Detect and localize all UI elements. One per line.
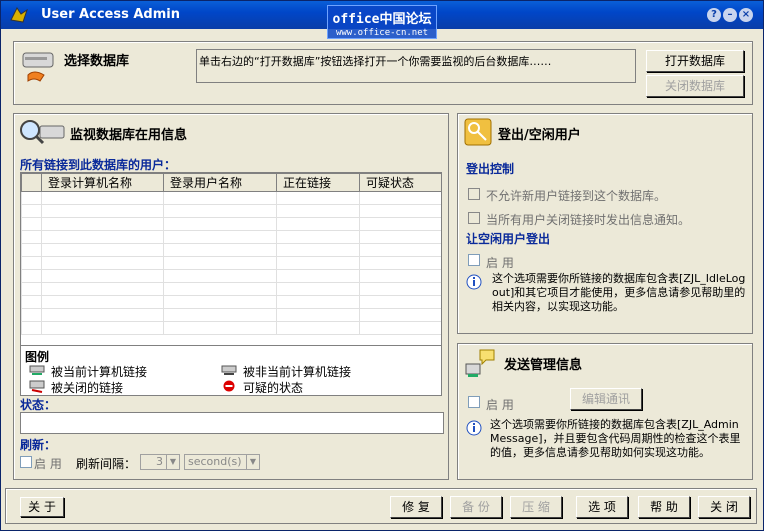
message-enable-checkbox[interactable] bbox=[468, 396, 480, 408]
users-label: 所有链接到此数据库的用户： bbox=[20, 158, 177, 172]
select-db-group: 选择数据库 单击右边的“打开数据库”按钮选择打开一个你需要监视的后台数据库…… … bbox=[13, 41, 753, 105]
column-header-computer[interactable]: 登录计算机名称 bbox=[41, 173, 164, 192]
chevron-down-icon: ▼ bbox=[246, 455, 259, 469]
message-icon bbox=[465, 349, 495, 377]
about-button[interactable]: 关 于 bbox=[20, 497, 64, 517]
column-header-suspect[interactable]: 可疑状态 bbox=[359, 173, 441, 192]
column-header-select bbox=[21, 173, 42, 192]
legend-item-suspect: 可疑的状态 bbox=[243, 381, 304, 395]
users-table[interactable]: 登录计算机名称 登录用户名称 正在链接 可疑状态 bbox=[21, 173, 441, 335]
help-button[interactable]: 帮 助 bbox=[638, 496, 690, 518]
table-row[interactable] bbox=[21, 282, 441, 296]
table-row[interactable] bbox=[21, 321, 441, 335]
idle-logout-info: 这个选项需要你所链接的数据库包含表[ZJL_IdleLogout]和其它项目才能… bbox=[492, 272, 746, 313]
magnifier-icon bbox=[20, 120, 65, 145]
no-new-users-checkbox[interactable] bbox=[468, 188, 480, 200]
app-window: User Access Admin ? – × office中国论坛 www.o… bbox=[0, 0, 764, 531]
no-new-users-label: 不允许新用户链接到这个数据库。 bbox=[486, 189, 667, 203]
select-db-description-text: 单击右边的“打开数据库”按钮选择打开一个你需要监视的后台数据库…… bbox=[199, 55, 552, 68]
computer-link-icon bbox=[29, 365, 45, 375]
watermark-line2: www.office-cn.net bbox=[335, 28, 429, 38]
status-label: 状态： bbox=[20, 398, 57, 412]
logout-control-label: 登出控制 bbox=[466, 162, 515, 176]
table-row[interactable] bbox=[21, 191, 441, 205]
refresh-interval-select[interactable]: 3 ▼ bbox=[140, 454, 180, 470]
message-enable-label: 启 用 bbox=[486, 398, 514, 412]
minimize-button[interactable]: – bbox=[723, 8, 737, 22]
select-db-description: 单击右边的“打开数据库”按钮选择打开一个你需要监视的后台数据库…… bbox=[196, 49, 636, 83]
status-field bbox=[20, 412, 444, 434]
table-row[interactable] bbox=[21, 217, 441, 231]
column-header-username[interactable]: 登录用户名称 bbox=[163, 173, 277, 192]
legend-item-closed: 被关闭的链接 bbox=[51, 381, 124, 395]
app-icon bbox=[10, 7, 28, 23]
watermark-line1: office中国论坛 bbox=[332, 12, 432, 27]
key-icon bbox=[464, 118, 492, 146]
backup-button[interactable]: 备 份 bbox=[450, 496, 502, 518]
window-title: User Access Admin bbox=[41, 7, 180, 22]
message-heading: 发送管理信息 bbox=[504, 358, 583, 373]
table-row[interactable] bbox=[21, 256, 441, 270]
table-row[interactable] bbox=[21, 269, 441, 283]
suspect-icon bbox=[223, 380, 235, 392]
idle-logout-enable-checkbox[interactable] bbox=[468, 254, 480, 266]
table-row[interactable] bbox=[21, 308, 441, 322]
refresh-enable-label: 启 用 bbox=[34, 457, 62, 471]
help-title-button[interactable]: ? bbox=[707, 8, 721, 22]
database-server-icon bbox=[22, 52, 54, 82]
logout-group: 登出/空闲用户 登出控制 不允许新用户链接到这个数据库。 当所有用户关闭链接时发… bbox=[457, 113, 753, 334]
refresh-interval-value: 3 bbox=[156, 455, 163, 468]
idle-logout-label: 让空闲用户登出 bbox=[466, 232, 551, 246]
monitor-heading: 监视数据库在用信息 bbox=[70, 128, 188, 143]
table-row[interactable] bbox=[21, 204, 441, 218]
select-db-heading: 选择数据库 bbox=[64, 54, 130, 69]
notify-close-label: 当所有用户关闭链接时发出信息通知。 bbox=[486, 213, 691, 227]
close-database-button[interactable]: 关闭数据库 bbox=[646, 75, 744, 97]
refresh-unit-select[interactable]: second(s) ▼ bbox=[184, 454, 260, 470]
legend-item-current: 被当前计算机链接 bbox=[51, 365, 148, 379]
message-info: 这个选项需要你所链接的数据库包含表[ZJL_AdminMessage]，并且要包… bbox=[490, 418, 741, 459]
table-row[interactable] bbox=[21, 295, 441, 309]
logout-heading: 登出/空闲用户 bbox=[498, 128, 581, 143]
table-row[interactable] bbox=[21, 230, 441, 244]
open-database-button[interactable]: 打开数据库 bbox=[646, 50, 744, 72]
footer-bar: 关 于 修 复 备 份 压 缩 选 项 帮 助 关 闭 bbox=[5, 488, 757, 524]
info-icon bbox=[466, 274, 482, 290]
close-button[interactable]: 关 闭 bbox=[698, 496, 750, 518]
refresh-label: 刷新： bbox=[20, 438, 57, 452]
refresh-enable-checkbox[interactable] bbox=[20, 456, 32, 468]
legend: 图例 被当前计算机链接 被非当前计算机链接 被关闭的链接 可疑的状态 bbox=[20, 346, 442, 396]
chevron-down-icon: ▼ bbox=[166, 455, 179, 469]
options-button[interactable]: 选 项 bbox=[576, 496, 628, 518]
closed-link-icon bbox=[29, 380, 45, 393]
watermark: office中国论坛 www.office-cn.net bbox=[327, 5, 437, 39]
compact-button[interactable]: 压 缩 bbox=[510, 496, 562, 518]
users-table-frame: 登录计算机名称 登录用户名称 正在链接 可疑状态 bbox=[20, 172, 442, 346]
idle-logout-enable-label: 启 用 bbox=[486, 256, 514, 270]
legend-title: 图例 bbox=[25, 350, 50, 364]
table-row[interactable] bbox=[21, 243, 441, 257]
users-table-header: 登录计算机名称 登录用户名称 正在链接 可疑状态 bbox=[21, 173, 441, 192]
refresh-interval-label: 刷新间隔： bbox=[76, 457, 137, 471]
remote-link-icon bbox=[221, 365, 237, 375]
repair-button[interactable]: 修 复 bbox=[390, 496, 442, 518]
column-header-connected[interactable]: 正在链接 bbox=[276, 173, 360, 192]
info-icon bbox=[466, 420, 482, 436]
refresh-unit-value: second(s) bbox=[188, 455, 242, 468]
monitor-group: 监视数据库在用信息 所有链接到此数据库的用户： 登录计算机名称 登录用户名称 正… bbox=[13, 113, 449, 480]
message-group: 发送管理信息 编辑通讯 启 用 这个选项需要你所链接的数据库包含表[ZJL_Ad… bbox=[457, 343, 753, 480]
close-window-button[interactable]: × bbox=[739, 8, 753, 22]
legend-item-remote: 被非当前计算机链接 bbox=[243, 365, 352, 379]
notify-close-checkbox[interactable] bbox=[468, 212, 480, 224]
edit-message-button[interactable]: 编辑通讯 bbox=[570, 388, 642, 410]
